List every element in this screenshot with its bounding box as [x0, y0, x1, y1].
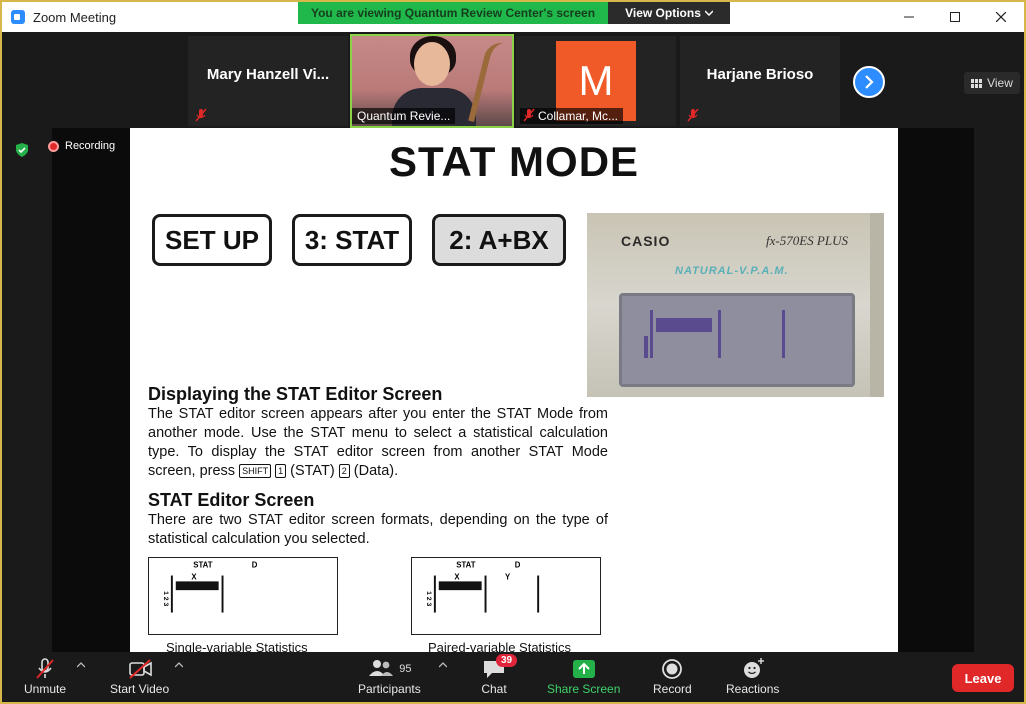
lcd-y-header: Y — [505, 572, 511, 581]
step-a-bx: 2: A+BX — [432, 214, 566, 266]
muted-mic-icon — [36, 658, 54, 679]
window-title: Zoom Meeting — [33, 9, 117, 25]
lcd-d-label: D — [252, 561, 258, 570]
calculator-screen — [619, 293, 855, 387]
stat-editor-screen-section: STAT Editor Screen There are two STAT ed… — [148, 490, 608, 549]
participant-name: Harjane Brioso — [706, 66, 814, 83]
lcd-stat-label: STAT — [456, 561, 475, 570]
video-gallery-strip: Mary Hanzell Vi... Quantum Revie... M Co… — [2, 32, 1024, 128]
view-options-label: View Options — [625, 6, 701, 20]
lcd-d-label: D — [515, 561, 521, 570]
participants-icon — [369, 660, 394, 676]
participant-label-text: Collamar, Mc... — [538, 109, 619, 123]
participant-name: Mary Hanzell Vi... — [206, 66, 330, 83]
step-stat: 3: STAT — [292, 214, 412, 266]
grid-view-icon — [971, 78, 983, 88]
start-video-button[interactable]: Start Video — [110, 656, 169, 696]
lcd-row-numbers: 1 2 3 — [162, 591, 169, 606]
chevron-up-icon[interactable] — [77, 662, 85, 668]
start-video-label: Start Video — [110, 682, 170, 696]
reactions-button[interactable]: Reactions — [726, 656, 779, 696]
lcd-x-header: X — [191, 572, 197, 581]
zoom-window: Zoom Meeting You are viewing Quantum Rev… — [0, 0, 1026, 704]
paired-variable-lcd-diagram: STAT D X Y 1 2 3 — [411, 557, 601, 635]
zoom-app-icon — [11, 10, 25, 24]
muted-mic-icon — [195, 108, 207, 122]
active-speaker-tile[interactable]: Quantum Revie... — [350, 34, 514, 128]
share-screen-icon — [572, 660, 595, 678]
step-setup: SET UP — [152, 214, 272, 266]
participant-tile[interactable]: Mary Hanzell Vi... — [188, 36, 348, 126]
lcd-x-header: X — [454, 572, 460, 581]
calculator-photo: CASIO fx-570ES PLUS NATURAL-V.P.A.M. — [587, 213, 884, 397]
recording-indicator[interactable]: Recording — [48, 140, 115, 152]
calculator-tagline: NATURAL-V.P.A.M. — [675, 265, 789, 277]
share-screen-label: Share Screen — [547, 682, 621, 696]
single-variable-caption: Single-variable Statistics — [166, 640, 308, 652]
paragraph-text: (STAT) — [290, 463, 335, 479]
minimize-icon — [904, 16, 914, 18]
chat-unread-badge: 39 — [496, 654, 518, 667]
section-heading: STAT Editor Screen — [148, 490, 315, 510]
security-shield-icon[interactable] — [14, 142, 30, 158]
reactions-label: Reactions — [726, 682, 780, 696]
reactions-icon — [743, 658, 764, 678]
unmute-button[interactable]: Unmute — [24, 656, 66, 696]
view-options-button[interactable]: View Options — [608, 2, 730, 24]
unmute-label: Unmute — [24, 682, 67, 696]
paragraph-text: (Data). — [353, 463, 399, 479]
share-screen-button[interactable]: Share Screen — [547, 656, 620, 696]
recording-label: Recording — [65, 140, 116, 152]
next-page-button[interactable] — [853, 66, 885, 98]
record-icon — [662, 659, 683, 679]
muted-mic-icon — [687, 108, 699, 122]
chevron-up-icon[interactable] — [175, 662, 183, 668]
participants-count: 95 — [399, 663, 412, 675]
video-off-icon — [128, 659, 152, 679]
participants-label: Participants — [358, 682, 421, 696]
close-button[interactable] — [978, 2, 1024, 32]
shift-key-icon: SHIFT — [239, 464, 272, 479]
participant-tile[interactable]: M Collamar, Mc... — [516, 36, 676, 126]
view-button[interactable]: View — [964, 72, 1020, 94]
close-icon — [996, 12, 1006, 22]
muted-mic-icon — [523, 108, 535, 122]
leave-button[interactable]: Leave — [952, 664, 1014, 692]
section-paragraph: The STAT editor screen appears after you… — [148, 405, 608, 481]
recording-dot-icon — [48, 140, 59, 152]
lcd-stat-label: STAT — [193, 561, 212, 570]
stat-editor-display-section: Displaying the STAT Editor Screen The ST… — [148, 384, 608, 481]
maximize-button[interactable] — [932, 2, 978, 32]
key-1-icon: 1 — [275, 464, 287, 479]
viewing-banner: You are viewing Quantum Review Center's … — [298, 2, 608, 24]
chevron-right-icon — [865, 75, 874, 89]
record-button[interactable]: Record — [653, 656, 692, 696]
single-variable-lcd-diagram: STAT D X 1 2 3 — [148, 557, 338, 635]
lcd-row-numbers: 1 2 3 — [425, 591, 432, 606]
participant-tile[interactable]: Harjane Brioso — [680, 36, 840, 126]
calculator-model: fx-570ES PLUS — [766, 233, 848, 248]
maximize-icon — [950, 12, 960, 22]
section-heading: Displaying the STAT Editor Screen — [148, 384, 443, 404]
participant-label: Quantum Revie... — [352, 108, 456, 124]
presentation-slide: STAT MODE SET UP 3: STAT 2: A+BX CASIO f… — [130, 128, 898, 652]
calculator-brand: CASIO — [621, 233, 671, 249]
chevron-down-icon — [704, 10, 713, 16]
paired-variable-caption: Paired-variable Statistics — [428, 640, 572, 652]
chevron-up-icon[interactable] — [439, 662, 447, 668]
slide-title: STAT MODE — [388, 138, 640, 185]
minimize-button[interactable] — [886, 2, 932, 32]
key-2-icon: 2 — [338, 464, 350, 479]
section-paragraph: There are two STAT editor screen formats… — [148, 512, 608, 547]
participants-button[interactable]: 95 Participants — [358, 656, 421, 696]
record-label: Record — [653, 682, 692, 696]
view-label: View — [987, 76, 1013, 90]
chat-label: Chat — [481, 682, 507, 696]
